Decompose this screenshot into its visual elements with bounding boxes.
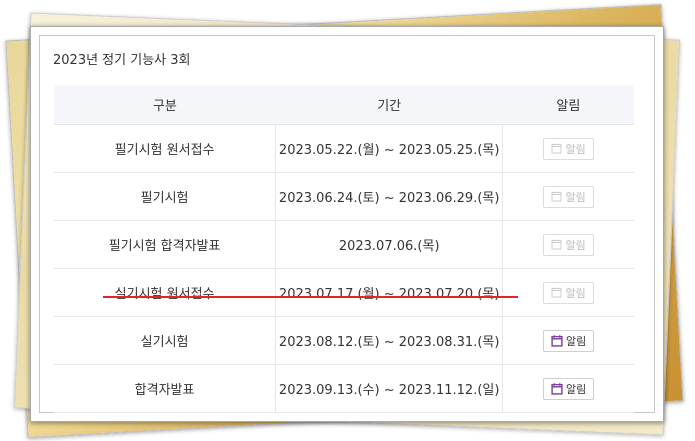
table-header-row: 구분 기간 알림	[54, 85, 634, 125]
row-period: 2023.06.24.(토) ~ 2023.06.29.(목)	[275, 172, 504, 221]
calendar-icon	[551, 287, 562, 298]
row-period: 2023.07.17.(월) ~ 2023.07.20.(목)	[275, 268, 504, 317]
table-row: 실기시험 원서접수 2023.07.17.(월) ~ 2023.07.20.(목…	[54, 268, 634, 317]
table-row: 필기시험 2023.06.24.(토) ~ 2023.06.29.(목) 알림	[54, 172, 634, 221]
calendar-icon	[551, 382, 563, 395]
header-period: 기간	[275, 85, 503, 125]
alarm-button[interactable]: 알림	[542, 329, 595, 352]
row-category: 실기시험 원서접수	[54, 268, 277, 317]
calendar-icon	[551, 239, 562, 250]
alarm-label: 알림	[565, 238, 586, 252]
alarm-button[interactable]: 알림	[542, 377, 595, 400]
row-category: 필기시험	[54, 172, 277, 221]
table-row: 합격자발표 2023.09.13.(수) ~ 2023.11.12.(일) 알림	[54, 364, 634, 413]
row-category: 실기시험	[54, 316, 277, 365]
row-period: 2023.09.13.(수) ~ 2023.11.12.(일)	[275, 364, 504, 413]
section-title: 2023년 정기 기능사 3회	[53, 53, 191, 68]
schedule-table: 구분 기간 알림 필기시험 원서접수 2023.05.22.(월) ~ 2023…	[54, 85, 634, 413]
highlight-underline	[103, 296, 518, 298]
table-row: 필기시험 원서접수 2023.05.22.(월) ~ 2023.05.25.(목…	[54, 124, 634, 173]
alarm-label: 알림	[565, 334, 587, 348]
header-category: 구분	[54, 85, 276, 125]
alarm-button[interactable]: 알림	[543, 281, 594, 304]
alarm-label: 알림	[565, 286, 586, 300]
table-row: 필기시험 합격자발표 2023.07.06.(목) 알림	[54, 220, 634, 269]
calendar-icon	[551, 334, 563, 347]
alarm-label: 알림	[565, 190, 586, 204]
row-period: 2023.07.06.(목)	[275, 220, 504, 269]
row-period: 2023.05.22.(월) ~ 2023.05.25.(목)	[275, 124, 504, 173]
schedule-card: 2023년 정기 기능사 3회 구분 기간 알림 필기시험 원서접수 2023.…	[30, 26, 664, 422]
alarm-button[interactable]: 알림	[543, 185, 594, 208]
calendar-icon	[551, 191, 562, 202]
header-alarm: 알림	[502, 85, 634, 125]
row-category: 필기시험 합격자발표	[54, 220, 277, 269]
alarm-label: 알림	[565, 142, 586, 156]
table-row: 실기시험 2023.08.12.(토) ~ 2023.08.31.(목) 알림	[54, 316, 634, 365]
row-period: 2023.08.12.(토) ~ 2023.08.31.(목)	[275, 316, 504, 365]
alarm-label: 알림	[565, 382, 587, 396]
calendar-icon	[551, 143, 562, 154]
alarm-button[interactable]: 알림	[543, 233, 594, 256]
alarm-button[interactable]: 알림	[543, 137, 594, 160]
row-category: 합격자발표	[54, 364, 277, 413]
row-category: 필기시험 원서접수	[54, 124, 277, 173]
